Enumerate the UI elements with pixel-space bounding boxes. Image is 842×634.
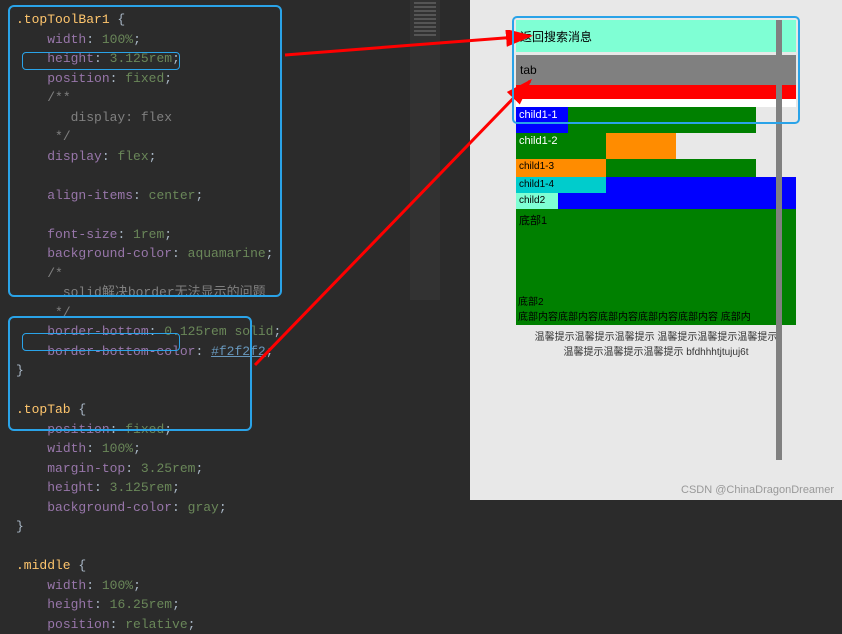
- css-selector: .topTab: [16, 402, 71, 417]
- preview-top-toolbar: 返回搜索消息: [516, 20, 796, 52]
- mobile-preview: 返回搜索消息 tab child1-1 child1-2 child1-3 ch…: [470, 0, 842, 500]
- css-selector: .middle: [16, 558, 71, 573]
- preview-scrollbar[interactable]: [776, 20, 782, 460]
- preview-bottom2: 底部2 底部内容底部内容底部内容底部内容底部内容 底部内: [516, 291, 796, 325]
- preview-child2: child2: [516, 193, 558, 209]
- code-editor[interactable]: .topToolBar1 { width: 100%; height: 3.12…: [0, 0, 440, 500]
- watermark: CSDN @ChinaDragonDreamer: [681, 484, 834, 496]
- preview-child1-2: child1-2: [516, 133, 606, 159]
- preview-tab: tab: [516, 55, 796, 85]
- css-selector: .topToolBar1: [16, 12, 110, 27]
- preview-footer: 温馨提示温馨提示温馨提示 温馨提示温馨提示温馨提示 温馨提示温馨提示温馨提示 b…: [516, 325, 796, 361]
- minimap[interactable]: [410, 0, 440, 300]
- preview-child1-3: child1-3: [516, 159, 606, 177]
- preview-red-bar: [516, 85, 796, 99]
- preview-child1-1: child1-1: [516, 107, 568, 133]
- preview-bottom1: 底部1: [516, 209, 796, 291]
- preview-child1-4: child1-4: [516, 177, 606, 193]
